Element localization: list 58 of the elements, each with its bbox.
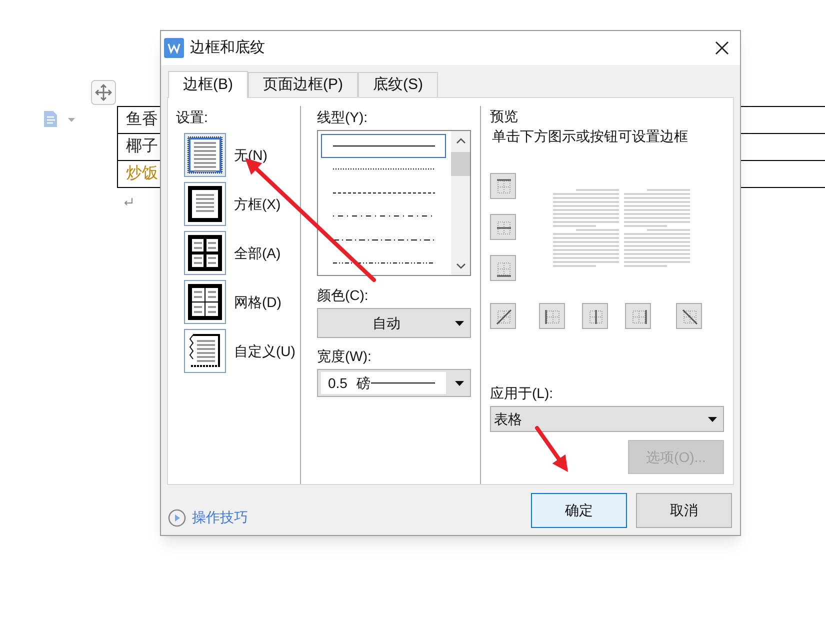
option-label: 全部(A) [234, 244, 281, 263]
field-label: 应用于(L): [490, 384, 554, 403]
caret-icon [68, 118, 75, 122]
line-sample [371, 382, 436, 384]
tab[interactable]: 页面边框(P) [248, 72, 358, 97]
dialog-button[interactable]: 取消 [636, 493, 732, 528]
field-label: 宽度(W): [317, 347, 372, 366]
border-toggle-button[interactable] [539, 303, 565, 329]
line-style-list[interactable] [317, 130, 471, 276]
section-label: 设置: [176, 108, 209, 127]
setting-option-button[interactable] [184, 329, 226, 373]
document-icon [42, 110, 60, 128]
scroll-down-icon [456, 263, 466, 269]
line-style-option[interactable] [321, 134, 446, 158]
tab[interactable]: 边框(B) [168, 71, 248, 98]
scroll-up-icon [456, 138, 466, 144]
tab[interactable]: 底纹(S) [358, 72, 438, 97]
dialog-button[interactable]: 确定 [531, 493, 627, 528]
border-toggle-button[interactable] [582, 303, 608, 329]
border-toggle-button[interactable] [625, 303, 651, 329]
hint-text: 单击下方图示或按钮可设置边框 [491, 127, 689, 146]
table-border-icon [185, 183, 225, 225]
option-label: 网格(D) [234, 292, 282, 312]
border-toggle-button[interactable] [490, 303, 516, 329]
dropdown-arrow-icon [455, 320, 464, 326]
paragraph-mark-icon [124, 198, 133, 206]
border-toggle-button[interactable] [490, 173, 516, 199]
app-logo-icon [164, 38, 184, 58]
move-handle[interactable] [91, 80, 116, 105]
scroll-thumb[interactable] [451, 152, 470, 176]
dropdown-arrow-icon [455, 380, 464, 386]
width-dropdown[interactable]: 0.5 磅 [317, 369, 471, 397]
setting-option-button[interactable] [184, 280, 226, 324]
play-icon [168, 508, 186, 526]
window-title: 边框和底纹 [190, 38, 265, 58]
option-label: 方框(X) [234, 194, 281, 214]
table-border-icon [185, 134, 225, 176]
border-toggle-button[interactable] [490, 214, 516, 240]
scrollbar[interactable] [451, 131, 470, 275]
width-value: 0.5 [328, 374, 348, 392]
field-label: 线型(Y): [317, 108, 369, 127]
dropdown-arrow-icon [708, 416, 717, 422]
section-label: 预览 [490, 107, 519, 126]
setting-option-button[interactable] [184, 182, 226, 226]
width-unit: 磅 [356, 374, 370, 392]
field-label: 颜色(C): [317, 286, 370, 305]
option-label: 自定义(U) [234, 342, 296, 361]
border-toggle-button[interactable] [676, 303, 702, 329]
close-icon [715, 41, 729, 55]
table-border-icon [185, 281, 225, 323]
setting-option-button[interactable] [184, 231, 226, 275]
color-dropdown[interactable]: 自动 [317, 308, 471, 338]
border-toggle-button[interactable] [490, 255, 516, 281]
setting-option-button[interactable] [184, 133, 226, 177]
annotation-arrow [535, 426, 568, 472]
table-border-icon [185, 232, 225, 274]
help-link[interactable]: 操作技巧 [168, 507, 248, 528]
apply-to-dropdown[interactable]: 表格 [490, 406, 724, 432]
